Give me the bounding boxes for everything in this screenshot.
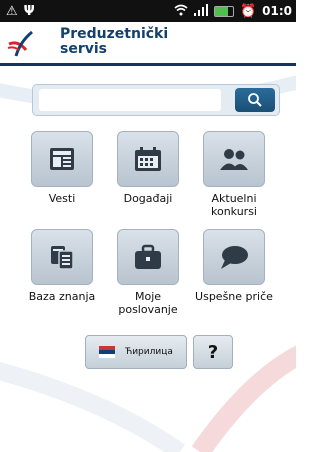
app-title: Preduzetnički servis bbox=[60, 26, 169, 57]
tile-label: Baza znanja bbox=[28, 290, 96, 303]
language-button-label: Ћирилица bbox=[125, 347, 173, 357]
status-bar: ⚠ Ψ ⏰ 01:0 bbox=[0, 0, 296, 22]
status-time: 01:0 bbox=[262, 4, 292, 18]
search-input[interactable] bbox=[39, 89, 221, 111]
signal-icon bbox=[193, 3, 208, 19]
people-icon bbox=[220, 149, 248, 170]
search-button[interactable] bbox=[235, 88, 275, 112]
tile-moje-poslovanje[interactable]: Moje poslovanje bbox=[106, 229, 190, 316]
app-header: Preduzetnički servis bbox=[0, 22, 296, 66]
language-toggle-button[interactable]: Ћирилица bbox=[85, 335, 187, 369]
warning-icon: ⚠ bbox=[6, 3, 18, 19]
help-button-label: ? bbox=[207, 341, 219, 363]
tile-aktuelni-konkursi[interactable]: Aktuelni konkursi bbox=[192, 131, 276, 218]
tile-uspesne-price[interactable]: Uspešne priče bbox=[192, 229, 276, 303]
tile-label: Aktuelni konkursi bbox=[211, 192, 257, 218]
battery-icon bbox=[213, 5, 234, 17]
wifi-icon bbox=[174, 4, 188, 19]
tile-vesti[interactable]: Vesti bbox=[20, 131, 104, 205]
usb-icon: Ψ bbox=[23, 3, 35, 19]
search-bar bbox=[32, 84, 280, 116]
documents-icon bbox=[51, 246, 74, 270]
tile-box[interactable] bbox=[31, 131, 93, 187]
tile-label: Moje poslovanje bbox=[118, 290, 178, 316]
tile-box[interactable] bbox=[117, 229, 179, 285]
calendar-icon bbox=[135, 147, 161, 171]
alarm-icon: ⏰ bbox=[239, 3, 257, 19]
newspaper-icon bbox=[50, 148, 74, 170]
briefcase-icon bbox=[135, 244, 161, 269]
speech-bubble-icon bbox=[221, 246, 248, 269]
serbian-flag-icon bbox=[99, 346, 116, 358]
app-logo-icon bbox=[7, 30, 33, 57]
help-button[interactable]: ? bbox=[193, 335, 233, 369]
tile-label: Vesti bbox=[48, 192, 76, 205]
tile-label: Događaji bbox=[123, 192, 173, 205]
tile-box[interactable] bbox=[31, 229, 93, 285]
tile-baza-znanja[interactable]: Baza znanja bbox=[20, 229, 104, 303]
tile-box[interactable] bbox=[203, 229, 265, 285]
tile-box[interactable] bbox=[203, 131, 265, 187]
tile-label: Uspešne priče bbox=[195, 290, 273, 303]
tile-box[interactable] bbox=[117, 131, 179, 187]
tile-dogadjaji[interactable]: Događaji bbox=[106, 131, 190, 205]
search-icon bbox=[248, 93, 262, 107]
